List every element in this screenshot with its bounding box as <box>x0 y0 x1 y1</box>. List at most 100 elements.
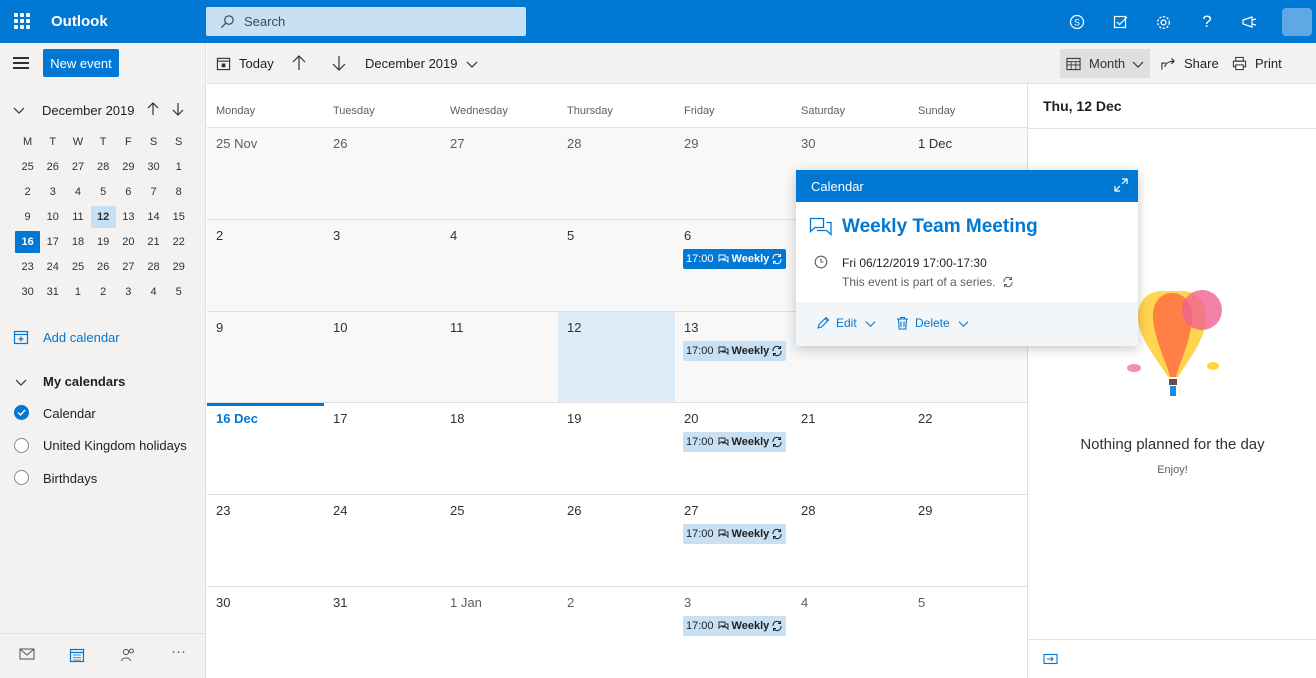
mini-day[interactable]: 18 <box>65 231 90 253</box>
day-cell[interactable]: 26 <box>324 128 441 219</box>
collapse-chevron-icon[interactable] <box>13 104 25 116</box>
mini-day[interactable]: 26 <box>40 156 65 178</box>
next-month-arrow-icon[interactable] <box>172 102 184 116</box>
edit-button[interactable]: Edit <box>816 316 882 330</box>
collapse-pane-icon[interactable] <box>1043 653 1058 665</box>
help-icon[interactable]: ? <box>1196 11 1218 33</box>
user-avatar[interactable] <box>1282 8 1312 36</box>
day-cell[interactable]: 22 <box>909 403 1027 494</box>
mini-day[interactable]: 28 <box>91 156 116 178</box>
skype-icon[interactable]: S <box>1066 11 1088 33</box>
mini-day[interactable]: 29 <box>166 256 191 278</box>
mini-day[interactable]: 30 <box>15 281 40 303</box>
mini-day[interactable]: 25 <box>15 156 40 178</box>
add-calendar-icon[interactable] <box>13 329 29 345</box>
mini-day[interactable]: 19 <box>91 231 116 253</box>
mini-day[interactable]: 23 <box>15 256 40 278</box>
mini-day-selected[interactable]: 12 <box>90 205 116 228</box>
day-cell[interactable]: 17 <box>324 403 441 494</box>
previous-month-arrow-icon[interactable] <box>147 102 159 116</box>
mini-day[interactable]: 2 <box>15 181 40 203</box>
expand-icon[interactable] <box>1114 178 1128 192</box>
calendar-checked-icon[interactable] <box>14 405 29 420</box>
mini-day[interactable]: 10 <box>40 206 65 228</box>
search-box[interactable] <box>206 7 526 36</box>
mini-day[interactable]: 30 <box>141 156 166 178</box>
delete-button[interactable]: Delete <box>896 316 975 330</box>
mini-day[interactable]: 24 <box>40 256 65 278</box>
next-period-arrow-icon[interactable] <box>332 55 346 71</box>
day-cell[interactable]: 5 <box>558 220 675 311</box>
day-cell[interactable]: 1 Jan <box>441 587 558 678</box>
day-cell[interactable]: 2 <box>207 220 324 311</box>
day-cell[interactable]: 27 <box>441 128 558 219</box>
day-cell[interactable]: 25 Nov <box>207 128 324 219</box>
day-cell[interactable]: 19 <box>558 403 675 494</box>
day-cell[interactable]: 2 <box>558 587 675 678</box>
settings-gear-icon[interactable] <box>1152 11 1174 33</box>
mini-day[interactable]: 26 <box>91 256 116 278</box>
mini-day[interactable]: 5 <box>91 181 116 203</box>
day-cell[interactable]: 29 <box>909 495 1027 586</box>
print-button[interactable]: Print <box>1232 43 1282 84</box>
mini-day-today[interactable]: 16 <box>15 230 41 253</box>
day-cell[interactable]: 29 <box>675 128 792 219</box>
calendar-event-selected[interactable]: 17:00 Weekly <box>683 249 786 269</box>
calendar-event[interactable]: 17:00 Weekly <box>683 616 786 636</box>
app-launcher-icon[interactable] <box>14 13 30 29</box>
mini-day[interactable]: 29 <box>116 156 141 178</box>
mini-day[interactable]: 31 <box>40 281 65 303</box>
day-cell[interactable]: 23 <box>207 495 324 586</box>
my-calendars-chevron-icon[interactable] <box>15 376 27 388</box>
day-cell[interactable]: 18 <box>441 403 558 494</box>
day-cell-today[interactable]: 16 Dec <box>207 403 324 494</box>
day-cell[interactable]: 4 <box>441 220 558 311</box>
day-cell[interactable]: 25 <box>441 495 558 586</box>
day-cell[interactable]: 26 <box>558 495 675 586</box>
previous-period-arrow-icon[interactable] <box>292 55 306 71</box>
mini-day[interactable]: 11 <box>65 206 90 228</box>
people-icon[interactable] <box>120 647 136 663</box>
mini-day[interactable]: 20 <box>116 231 141 253</box>
day-cell-selected[interactable]: 12 <box>558 312 675 402</box>
mini-day[interactable]: 6 <box>116 181 141 203</box>
calendar-event[interactable]: 17:00 Weekly <box>683 524 786 544</box>
calendar-item-birthdays[interactable]: Birthdays <box>43 471 97 486</box>
mail-icon[interactable] <box>19 647 35 661</box>
hamburger-menu-icon[interactable] <box>13 57 29 69</box>
mini-day[interactable]: 1 <box>65 281 90 303</box>
calendar-module-icon[interactable] <box>69 647 85 663</box>
mini-day[interactable]: 27 <box>65 156 90 178</box>
calendar-event[interactable]: 17:00 Weekly <box>683 341 786 361</box>
day-cell[interactable]: 24 <box>324 495 441 586</box>
mini-day[interactable]: 21 <box>141 231 166 253</box>
day-cell[interactable]: 10 <box>324 312 441 402</box>
view-switcher-button[interactable]: Month <box>1060 49 1150 78</box>
mini-day[interactable]: 8 <box>166 181 191 203</box>
mini-day[interactable]: 3 <box>116 281 141 303</box>
mini-day[interactable]: 15 <box>166 206 191 228</box>
mini-day[interactable]: 27 <box>116 256 141 278</box>
mini-day[interactable]: 5 <box>166 281 191 303</box>
birthdays-toggle-icon[interactable] <box>14 470 29 485</box>
new-event-button[interactable]: New event <box>43 49 119 77</box>
calendar-event[interactable]: 17:00 Weekly <box>683 432 786 452</box>
todo-icon[interactable] <box>1110 11 1132 33</box>
mini-day[interactable]: 28 <box>141 256 166 278</box>
app-title[interactable]: Outlook <box>51 13 108 30</box>
day-cell[interactable]: 21 <box>792 403 909 494</box>
more-options-icon[interactable]: ··· <box>171 643 186 660</box>
day-cell[interactable]: 11 <box>441 312 558 402</box>
day-cell[interactable]: 31 <box>324 587 441 678</box>
mini-day[interactable]: 25 <box>65 256 90 278</box>
mini-day[interactable]: 4 <box>65 181 90 203</box>
calendar-item-uk-holidays[interactable]: United Kingdom holidays <box>43 438 187 453</box>
mini-day[interactable]: 14 <box>141 206 166 228</box>
mini-day[interactable]: 13 <box>116 206 141 228</box>
day-cell[interactable]: 30 <box>207 587 324 678</box>
mini-day[interactable]: 2 <box>91 281 116 303</box>
mini-day[interactable]: 7 <box>141 181 166 203</box>
my-calendars-heading[interactable]: My calendars <box>43 374 125 389</box>
day-cell[interactable]: 28 <box>558 128 675 219</box>
share-button[interactable]: Share <box>1161 43 1219 84</box>
